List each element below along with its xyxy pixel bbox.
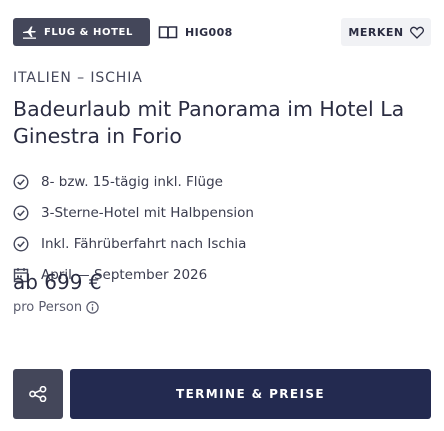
info-icon[interactable] — [86, 301, 99, 314]
offer-price: ab 699 € — [13, 270, 102, 294]
feature-text: 8- bzw. 15-tägig inkl. Flüge — [41, 173, 223, 190]
share-icon — [29, 386, 47, 402]
share-button[interactable] — [13, 369, 63, 419]
check-circle-icon — [13, 235, 29, 252]
catalog-book-icon — [158, 25, 178, 39]
dates-prices-label: TERMINE & PREISE — [175, 387, 326, 401]
remember-label: MERKEN — [348, 25, 404, 39]
dates-prices-button[interactable]: TERMINE & PREISE — [70, 369, 431, 419]
price-note: pro Person — [13, 300, 99, 315]
plane-hotel-icon — [23, 26, 36, 39]
feature-item: 3-Sterne-Hotel mit Halbpension — [13, 197, 254, 228]
travel-type-label: FLUG & HOTEL — [44, 26, 133, 38]
feature-item: Inkl. Fährüberfahrt nach Ischia — [13, 228, 254, 259]
offer-region: ITALIEN – ISCHIA — [13, 70, 143, 86]
travel-type-badge: FLUG & HOTEL — [13, 18, 150, 46]
price-note-text: pro Person — [13, 300, 83, 315]
offer-header: FLUG & HOTEL HIG008 MERKEN — [13, 18, 431, 46]
offer-code-label: HIG008 — [185, 25, 233, 39]
offer-title: Badeurlaub mit Panorama im Hotel La Gine… — [13, 97, 405, 148]
offer-code: HIG008 — [158, 18, 233, 46]
remember-button[interactable]: MERKEN — [341, 18, 431, 46]
feature-item: 8- bzw. 15-tägig inkl. Flüge — [13, 166, 254, 197]
feature-text: 3-Sterne-Hotel mit Halbpension — [41, 204, 254, 221]
check-circle-icon — [13, 204, 29, 221]
heart-icon — [409, 26, 424, 39]
feature-text: Inkl. Fährüberfahrt nach Ischia — [41, 235, 247, 252]
check-circle-icon — [13, 173, 29, 190]
